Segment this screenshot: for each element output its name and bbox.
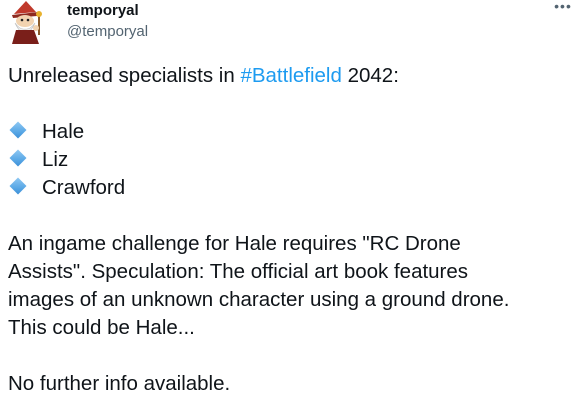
list-item: Hale — [8, 118, 580, 146]
tweet-text: Unreleased specialists in #Battlefield 2… — [8, 62, 580, 398]
tweet-intro-line: Unreleased specialists in #Battlefield 2… — [8, 62, 580, 90]
paragraph-line: Assists". Speculation: The official art … — [8, 260, 469, 283]
specialist-name: Crawford — [42, 176, 126, 199]
cartoon-wizard-avatar-icon — [12, 1, 42, 44]
author-names: temporyal @temporyal — [67, 2, 148, 42]
more-options-button[interactable]: ••• — [550, 0, 576, 18]
intro-text-before: Unreleased specialists in — [8, 64, 241, 87]
author-display-name[interactable]: temporyal — [67, 2, 148, 20]
paragraph-line: This could be Hale... — [8, 316, 195, 339]
specialist-name: Hale — [42, 120, 85, 143]
tweet-header: temporyal @temporyal ••• — [0, 0, 584, 50]
paragraph-line: images of an unknown character using a g… — [8, 288, 510, 311]
list-item: Crawford — [8, 174, 580, 202]
avatar[interactable] — [6, 0, 46, 44]
closing-line: No further info available. — [8, 372, 231, 395]
small-blue-diamond-icon — [9, 121, 27, 139]
specialist-name: Liz — [42, 148, 69, 171]
small-blue-diamond-icon — [9, 177, 27, 195]
more-horizontal-icon: ••• — [554, 0, 572, 14]
author-handle[interactable]: @temporyal — [67, 22, 148, 42]
hashtag-link[interactable]: #Battlefield — [240, 64, 341, 87]
paragraph-line: An ingame challenge for Hale requires "R… — [8, 232, 461, 255]
intro-text-after: 2042: — [341, 64, 399, 87]
small-blue-diamond-icon — [9, 149, 27, 167]
list-item: Liz — [8, 146, 580, 174]
tweet: temporyal @temporyal ••• Unreleased spec… — [0, 0, 584, 405]
